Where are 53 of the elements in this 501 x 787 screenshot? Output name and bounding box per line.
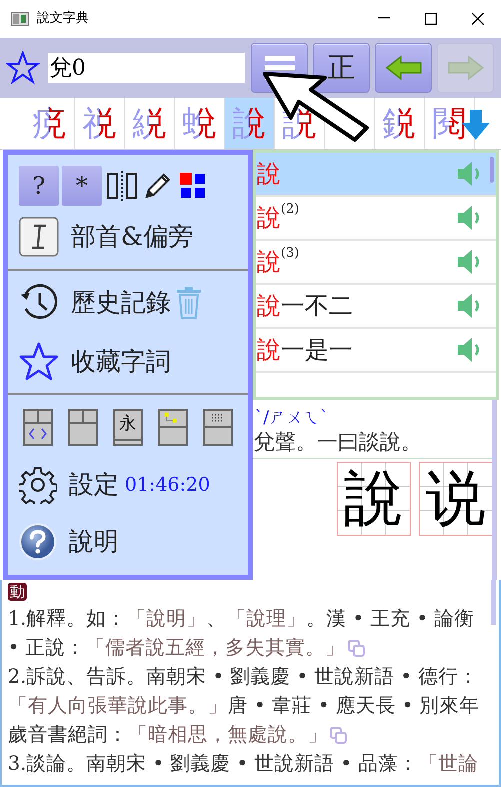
app-icon xyxy=(11,12,29,26)
definition-text: 2.訴說、告訴。南朝宋 • 劉義慶 • 世說新語 • 德行： 「有人向張華說此事。」唐 • 韋莊 • 應天長 • 別來年歲音書絕詞：「暗相思，無處說。」 xyxy=(8,664,481,748)
wildcard-button[interactable]: ? xyxy=(19,166,59,206)
search-field[interactable]: 兌0 xyxy=(48,53,245,83)
right-arrow-icon xyxy=(446,54,484,82)
glyph-character: 說 xyxy=(344,469,404,529)
close-icon[interactable] xyxy=(472,13,484,25)
menu-item-label: 歷史記錄 xyxy=(71,287,171,320)
pencil-icon xyxy=(145,173,171,199)
scrollbar-thumb[interactable] xyxy=(490,157,494,183)
menu-item[interactable]: 設定 01:46:20 xyxy=(8,457,248,513)
color-squares-icon xyxy=(180,173,206,199)
window-title: 說文字典 xyxy=(37,10,89,28)
back-button[interactable] xyxy=(375,43,432,93)
copy-icon[interactable] xyxy=(330,726,348,745)
menu-item-label: 說明 xyxy=(69,526,119,558)
speaker-icon[interactable] xyxy=(458,293,482,319)
layout-icon[interactable] xyxy=(203,408,233,446)
scrollbar-thumb[interactable] xyxy=(491,580,496,625)
menu-item[interactable]: 部首&偏旁 xyxy=(8,207,248,267)
phonetic-text: ˋ/ㄕㄨㄟˋ xyxy=(254,408,330,428)
star-icon xyxy=(19,342,59,382)
menu-item-label: 部首&偏旁 xyxy=(71,221,194,254)
part-of-speech-tag: 動 xyxy=(8,583,27,601)
standard-form-button[interactable]: 正 xyxy=(313,43,370,93)
menu-item[interactable]: 說明 xyxy=(8,513,248,571)
definition-text: 3.談論。南朝宋 • 劉義慶 • 世說新語 • 品藻：「世論 xyxy=(8,751,480,777)
settings-time: 01:46:20 xyxy=(125,472,210,498)
menu-item[interactable]: 收藏字詞 xyxy=(8,333,248,391)
result-word: 說一不二 xyxy=(257,291,353,322)
speaker-icon[interactable] xyxy=(458,337,482,363)
layout-icon[interactable] xyxy=(68,408,98,446)
definition-text: 1.解釋。如：「說明」、「說理」。漢 • 王充 • 論衡 • 正說：「儒者說五經，多失其實。」 xyxy=(8,606,476,661)
copy-icon[interactable] xyxy=(348,640,366,658)
help-icon xyxy=(19,523,57,561)
layout-icon[interactable] xyxy=(158,408,188,446)
speaker-icon[interactable] xyxy=(458,249,482,275)
wildcard-button[interactable]: * xyxy=(62,166,102,206)
split-view-icon xyxy=(107,171,137,201)
layout-button[interactable]: 永 xyxy=(113,408,143,446)
speaker-icon[interactable] xyxy=(458,205,482,231)
star-icon[interactable] xyxy=(6,51,40,85)
left-arrow-icon xyxy=(384,54,422,82)
menu-item[interactable]: 歷史記錄 xyxy=(8,273,248,333)
glyph-character: 说 xyxy=(426,469,486,529)
result-word: 說一是一 xyxy=(257,335,353,366)
menu-item-label: 收藏字詞 xyxy=(71,346,171,378)
layout-icon[interactable] xyxy=(23,408,53,446)
settings-icon xyxy=(19,466,57,504)
result-word: 說 xyxy=(257,159,281,190)
menu-item-label: 設定 xyxy=(69,469,119,502)
maximize-icon[interactable] xyxy=(424,13,436,25)
text-cursor-icon xyxy=(19,217,59,257)
